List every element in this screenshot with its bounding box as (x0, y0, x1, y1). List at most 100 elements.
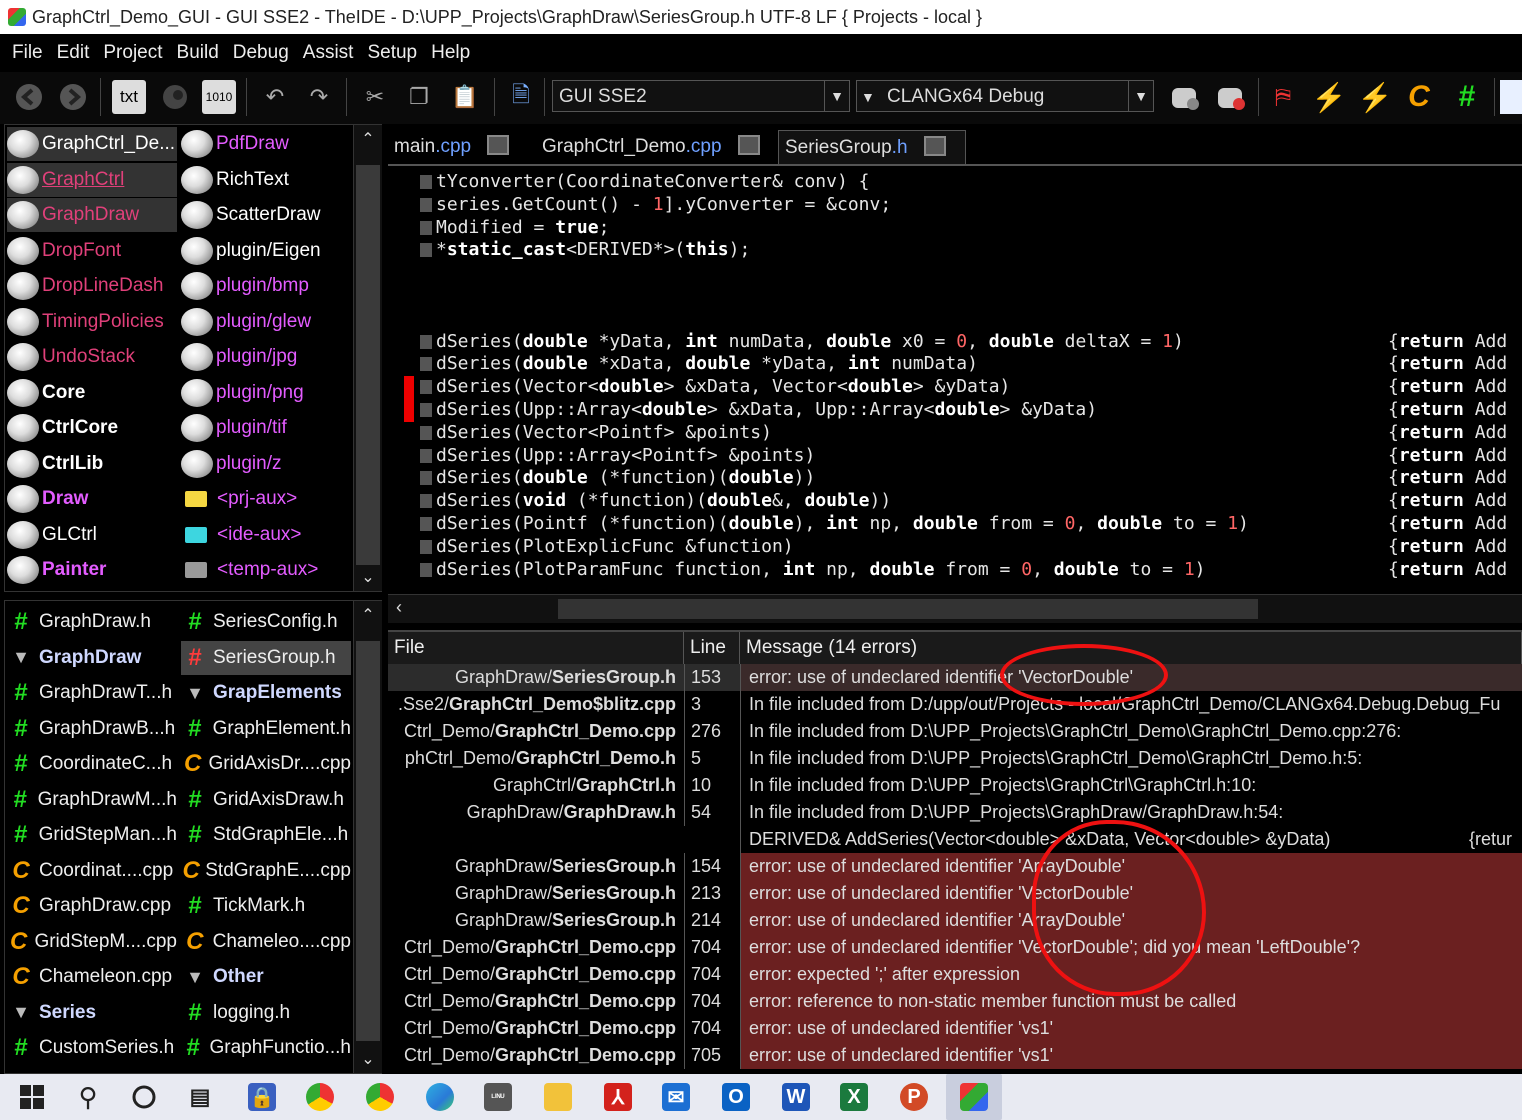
widgets-icon[interactable]: ▤ (186, 1083, 214, 1111)
package-scrollbar[interactable]: ⌃ ⌄ (353, 125, 382, 591)
package-plugin-png[interactable]: plugin/png (181, 376, 351, 410)
file-scrollbar[interactable]: ⌃ ⌄ (353, 601, 382, 1073)
menu-project[interactable]: Project (96, 34, 169, 72)
file-coordinat-cpp[interactable]: C Coordinat....cpp (7, 854, 177, 888)
file-logging-h[interactable]: # logging.h (181, 996, 351, 1030)
copy-icon[interactable]: ❐ (402, 80, 436, 114)
package-pdfdraw[interactable]: PdfDraw (181, 127, 351, 161)
file-graphdrawt-h[interactable]: # GraphDrawT...h (7, 676, 177, 710)
undo-icon[interactable]: ↶ (258, 80, 292, 114)
package-dropfont[interactable]: DropFont (7, 234, 177, 268)
file-explorer-icon[interactable] (544, 1083, 572, 1111)
file-graphdrawb-h[interactable]: # GraphDrawB...h (7, 712, 177, 746)
task-view-icon[interactable] (130, 1083, 158, 1111)
menu-file[interactable]: File (0, 34, 50, 72)
file-series[interactable]: ▼ Series (7, 996, 177, 1030)
file-coordinatec-h[interactable]: # CoordinateC...h (7, 747, 177, 781)
file-tickmark-h[interactable]: # TickMark.h (181, 889, 351, 923)
file-gridaxisdr-cpp[interactable]: C GridAxisDr....cpp (181, 747, 351, 781)
chevron-up-icon[interactable]: ⌃ (354, 129, 382, 149)
menu-help[interactable]: Help (424, 34, 477, 72)
file-grapelements[interactable]: ▼ GrapElements (181, 676, 351, 710)
package-ctrlcore[interactable]: CtrlCore (7, 411, 177, 445)
close-icon[interactable] (737, 135, 760, 155)
file-seriesgroup-h[interactable]: # SeriesGroup.h (181, 640, 351, 675)
package-ctrllib[interactable]: CtrlLib (7, 447, 177, 481)
file-graphdraw[interactable]: ▼ GraphDraw (7, 641, 177, 675)
txt-mode-button[interactable]: txt (112, 80, 146, 114)
file-gridstepm-cpp[interactable]: C GridStepM....cpp (7, 925, 177, 959)
package-scatterdraw[interactable]: ScatterDraw (181, 198, 351, 232)
error-row[interactable]: Ctrl_Demo/GraphCtrl_Demo.cpp 276 In file i… (388, 718, 1522, 745)
error-row[interactable]: Ctrl_Demo/GraphCtrl_Demo.cpp 704 error: ex… (388, 961, 1522, 988)
error-row[interactable]: GraphCtrl/GraphCtrl.h 10 In file included … (388, 772, 1522, 799)
error-row[interactable]: Ctrl_Demo/GraphCtrl_Demo.cpp 704 error: re… (388, 988, 1522, 1015)
error-row[interactable]: GraphDraw/SeriesGroup.h 214 error: use of … (388, 907, 1522, 934)
file-chameleo-cpp[interactable]: C Chameleo....cpp (181, 925, 351, 959)
error-row[interactable]: Ctrl_Demo/GraphCtrl_Demo.cpp 704 error: us… (388, 1015, 1522, 1042)
rebuild-lightning-icon[interactable]: ⚡ (1358, 80, 1393, 114)
chevron-down-icon[interactable]: ⌄ (354, 567, 382, 587)
tab-seriesgroup-h[interactable]: SeriesGroup.h (778, 130, 966, 165)
package-prj-aux[interactable]: <prj-aux> (181, 482, 351, 516)
close-icon[interactable] (487, 135, 510, 155)
chevron-up-icon[interactable]: ⌃ (354, 605, 382, 625)
package-graphdraw[interactable]: GraphDraw (7, 198, 177, 232)
menu-assist[interactable]: Assist (296, 34, 361, 72)
package-plugin-jpg[interactable]: plugin/jpg (181, 340, 351, 374)
redo-icon[interactable]: ↷ (302, 80, 336, 114)
build-config-select[interactable]: ▼ CLANGx64 Debug ▼ (856, 80, 1154, 112)
file-graphelement-h[interactable]: # GraphElement.h (181, 712, 351, 746)
package-core[interactable]: Core (7, 376, 177, 410)
package-draw[interactable]: Draw (7, 482, 177, 516)
file-graphfunctio-h[interactable]: # GraphFunctio...h (181, 1031, 351, 1065)
package-graphctrl[interactable]: GraphCtrl (7, 162, 177, 197)
package-plugin-eigen[interactable]: plugin/Eigen (181, 234, 351, 268)
package-plugin-glew[interactable]: plugin/glew (181, 305, 351, 339)
chevron-down-icon[interactable]: ▼ (1128, 81, 1153, 111)
file-seriesconfig-h[interactable]: # SeriesConfig.h (181, 605, 351, 639)
build-lightning-icon[interactable]: ⚡ (1312, 80, 1347, 114)
file-stdgraphe-cpp[interactable]: C StdGraphE....cpp (181, 854, 351, 888)
word-icon[interactable]: W (782, 1083, 810, 1111)
edge-icon[interactable] (426, 1083, 454, 1111)
package-plugin-z[interactable]: plugin/z (181, 447, 351, 481)
menu-debug[interactable]: Debug (226, 34, 296, 72)
mail-icon[interactable]: ✉ (662, 1083, 690, 1111)
run-icon[interactable]: ⛿ (1266, 80, 1300, 114)
chevron-left-icon[interactable]: ‹ (396, 597, 402, 618)
error-row[interactable]: GraphDraw/GraphDraw.h 54 In file included … (388, 799, 1522, 826)
outlook-icon[interactable]: O (722, 1083, 750, 1111)
scroll-thumb[interactable] (558, 599, 1258, 619)
terminal-icon[interactable]: ᴸᴵᴺᵁ (484, 1083, 512, 1111)
file-gridstepman-h[interactable]: # GridStepMan...h (7, 818, 177, 852)
build-method-select[interactable]: GUI SSE2 ▼ (552, 80, 850, 112)
chrome-icon[interactable] (306, 1083, 334, 1111)
menu-edit[interactable]: Edit (50, 34, 97, 72)
file-chameleon-cpp[interactable]: C Chameleon.cpp (7, 960, 177, 994)
menu-setup[interactable]: Setup (360, 34, 424, 72)
package-glctrl[interactable]: GLCtrl (7, 518, 177, 552)
chevron-down-icon[interactable]: ▼ (824, 81, 849, 111)
package-graphctrl-de[interactable]: GraphCtrl_De... (7, 127, 177, 161)
chevron-down-icon[interactable]: ▼ (861, 81, 875, 113)
tab-graphctrl-demo-cpp[interactable]: GraphCtrl_Demo.cpp (536, 130, 778, 164)
file-graphdraw-cpp[interactable]: C GraphDraw.cpp (7, 889, 177, 923)
file-stdgraphele-h[interactable]: # StdGraphEle...h (181, 818, 351, 852)
window-icon[interactable] (1500, 80, 1522, 114)
error-row[interactable]: .Sse2/GraphCtrl_Demo$blitz.cpp 3 In file i… (388, 691, 1522, 718)
eye-icon[interactable] (158, 80, 192, 114)
tab-main-cpp[interactable]: main.cpp (388, 130, 534, 164)
package-droplinedash[interactable]: DropLineDash (7, 269, 177, 303)
column-line[interactable]: Line (684, 632, 740, 664)
package-plugin-tif[interactable]: plugin/tif (181, 411, 351, 445)
package-ide-aux[interactable]: <ide-aux> (181, 518, 351, 552)
error-row[interactable]: GraphDraw/SeriesGroup.h 153 error: use of … (388, 664, 1522, 691)
file-customseries-h[interactable]: # CustomSeries.h (7, 1031, 177, 1065)
powerpoint-icon[interactable]: P (900, 1083, 928, 1111)
chevron-down-icon[interactable]: ⌄ (354, 1049, 382, 1069)
build-package-icon[interactable] (1168, 80, 1202, 114)
paste-icon[interactable]: 📋 (448, 80, 482, 114)
error-row[interactable]: Ctrl_Demo/GraphCtrl_Demo.cpp 704 error: us… (388, 934, 1522, 961)
compile-c-icon[interactable]: C (1402, 80, 1436, 114)
